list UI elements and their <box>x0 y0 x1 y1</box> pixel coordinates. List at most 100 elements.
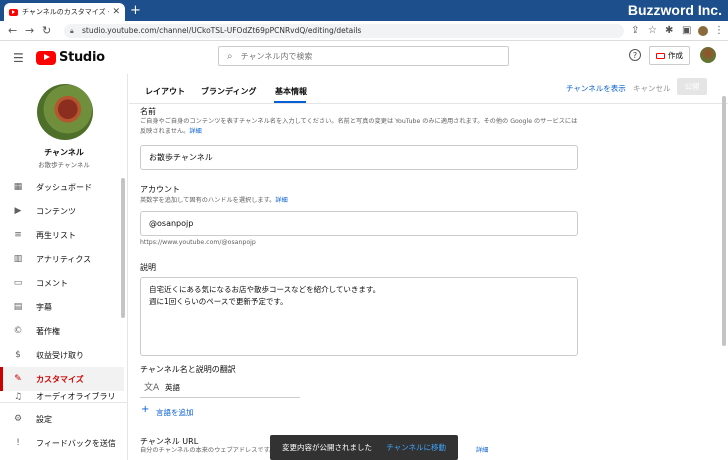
studio-logo-text: Studio <box>59 50 105 65</box>
dashboard-icon: ▦ <box>13 182 23 192</box>
hamburger-menu-icon[interactable]: ☰ <box>13 51 24 65</box>
snackbar: 変更内容が公開されました チャンネルに移動 <box>270 435 458 460</box>
channel-name: チャンネル <box>44 148 84 157</box>
description-line: 自宅近くにある気になるお店や散歩コースなどを紹介していきます。 <box>149 285 381 294</box>
snackbar-message: 変更内容が公開されました <box>282 443 372 452</box>
sidebar-item-label: オーディオライブラリ <box>36 392 116 401</box>
copyright-icon: © <box>13 326 23 336</box>
translate-icon: 文A <box>144 383 160 393</box>
translation-divider <box>140 397 300 398</box>
url-field[interactable]: studio.youtube.com/channel/UCkoTSL-UFOdZ… <box>64 24 624 38</box>
tab-title: チャンネルのカスタマイズ - YouTube Studio <box>22 8 109 16</box>
url-section-description: 自分のチャンネルの本来のウェブアドレスです。 <box>140 447 276 454</box>
add-language-button[interactable]: 言語を追加 <box>156 407 194 418</box>
studio-logo[interactable]: Studio <box>36 50 105 65</box>
account-avatar[interactable] <box>700 47 716 63</box>
youtube-logo-icon <box>36 50 56 65</box>
handle-field[interactable]: @osanpojp <box>140 211 578 236</box>
channel-subtitle: お散歩チャンネル <box>38 161 90 169</box>
share-icon[interactable]: ⇪ <box>631 21 639 41</box>
sidebar-item-playlist[interactable]: ≡ 再生リスト <box>0 223 124 247</box>
search-input[interactable] <box>240 51 471 61</box>
channel-name-field[interactable]: お散歩チャンネル <box>140 145 578 170</box>
tab-basic-info[interactable]: 基本情報 <box>275 86 307 97</box>
create-button[interactable]: 作成 <box>649 46 690 65</box>
url-details-link[interactable]: 詳細 <box>476 446 488 456</box>
sidepanel-icon[interactable]: ▣ <box>682 21 691 41</box>
sidebar-item-customize[interactable]: ✎ カスタマイズ <box>0 367 124 391</box>
description-line: 週に1回くらいのペースで更新予定です。 <box>149 297 288 306</box>
sidebar-item-label: 著作権 <box>36 326 60 336</box>
sidebar-divider <box>0 402 128 403</box>
tab-layout[interactable]: レイアウト <box>145 86 185 97</box>
sidebar-item-audio-library[interactable]: ♫ オーディオライブラリ <box>0 391 124 402</box>
sidebar-item-label: ダッシュボード <box>36 182 92 192</box>
sidebar-item-label: フィードバックを送信 <box>36 438 116 448</box>
name-section-title: 名前 <box>140 107 156 116</box>
close-icon[interactable]: ✕ <box>112 7 120 17</box>
profile-avatar[interactable] <box>698 26 708 36</box>
subtitles-icon: ▤ <box>13 302 23 312</box>
sidebar-item-content[interactable]: ▶ コンテンツ <box>0 199 124 223</box>
reload-icon[interactable]: ↻ <box>42 21 51 41</box>
sidebar-item-label: カスタマイズ <box>36 374 84 384</box>
comment-icon: ▭ <box>13 278 23 288</box>
sidebar-item-label: コンテンツ <box>36 206 76 216</box>
tab-branding[interactable]: ブランディング <box>201 86 256 97</box>
handle-url: https://www.youtube.com/@osanpojp <box>140 239 256 246</box>
add-icon[interactable]: + <box>141 404 149 415</box>
sidebar-item-label: 字幕 <box>36 302 52 312</box>
help-icon[interactable]: ? <box>629 49 641 61</box>
forward-icon[interactable]: → <box>25 21 34 41</box>
translation-language[interactable]: 英語 <box>165 382 180 393</box>
playlist-icon: ≡ <box>14 230 22 240</box>
go-to-channel-link[interactable]: チャンネルに移動 <box>386 442 446 453</box>
main-scrollbar[interactable] <box>722 96 726 346</box>
lock-icon[interactable]: 🔒︎ <box>70 27 74 36</box>
sidebar-item-label: アナリティクス <box>36 254 92 264</box>
translation-section-title: チャンネル名と説明の翻訳 <box>140 365 236 374</box>
audio-library-icon: ♫ <box>13 391 23 402</box>
name-desc-text: ご自身やご自身のコンテンツを表すチャンネル名を入力してください。名前と写真の変更… <box>140 118 578 135</box>
video-camera-icon <box>656 52 665 59</box>
active-tab-indicator <box>274 101 306 103</box>
analytics-icon: ▥ <box>13 254 23 264</box>
channel-avatar[interactable] <box>37 84 93 140</box>
youtube-favicon-icon <box>9 8 18 16</box>
search-icon: ⌕ <box>227 50 233 62</box>
description-section-title: 説明 <box>140 263 156 272</box>
extensions-icon[interactable]: ✱ <box>665 21 673 41</box>
view-channel-link[interactable]: チャンネルを表示 <box>566 83 626 94</box>
bookmark-star-icon[interactable]: ☆ <box>648 21 657 41</box>
sidebar-item-comment[interactable]: ▭ コメント <box>0 271 124 295</box>
name-details-link[interactable]: 詳細 <box>189 128 201 135</box>
sidebar-item-label: 収益受け取り <box>36 350 84 360</box>
customize-icon: ✎ <box>14 374 22 384</box>
sidebar-item-label: 設定 <box>36 414 52 424</box>
sidebar-item-monetization[interactable]: $ 収益受け取り <box>0 343 124 367</box>
content-icon: ▶ <box>14 206 22 216</box>
gear-icon: ⚙ <box>13 414 23 424</box>
watermark: Buzzword Inc. <box>627 2 722 18</box>
create-label: 作成 <box>668 51 683 60</box>
sidebar-item-label: 再生リスト <box>36 230 76 240</box>
feedback-icon: ! <box>16 438 20 448</box>
sidebar-item-dashboard[interactable]: ▦ ダッシュボード <box>0 175 124 199</box>
channel-search[interactable]: ⌕ <box>218 46 509 66</box>
sidebar-item-copyright[interactable]: © 著作権 <box>0 319 124 343</box>
browser-menu-icon[interactable]: ⋮ <box>714 21 724 41</box>
handle-section-description: 英数字を追加して固有のハンドルを選択します。詳細 <box>140 196 288 206</box>
sidebar-scrollbar[interactable] <box>121 178 125 318</box>
cancel-button[interactable]: キャンセル <box>633 83 671 94</box>
sidebar-item-subtitles[interactable]: ▤ 字幕 <box>0 295 124 319</box>
new-tab-icon[interactable]: + <box>130 3 141 18</box>
sidebar-item-feedback[interactable]: ! フィードバックを送信 <box>0 431 124 455</box>
sidebar-item-label: コメント <box>36 278 68 288</box>
sidebar-item-settings[interactable]: ⚙ 設定 <box>0 407 124 431</box>
back-icon[interactable]: ← <box>8 21 17 41</box>
sidebar-item-analytics[interactable]: ▥ アナリティクス <box>0 247 124 271</box>
publish-button[interactable]: 公開 <box>677 78 707 95</box>
browser-tab[interactable]: チャンネルのカスタマイズ - YouTube Studio ✕ <box>4 3 125 21</box>
handle-details-link[interactable]: 詳細 <box>275 197 287 204</box>
description-textarea[interactable]: 自宅近くにある気になるお店や散歩コースなどを紹介していきます。 週に1回くらいの… <box>140 277 578 356</box>
